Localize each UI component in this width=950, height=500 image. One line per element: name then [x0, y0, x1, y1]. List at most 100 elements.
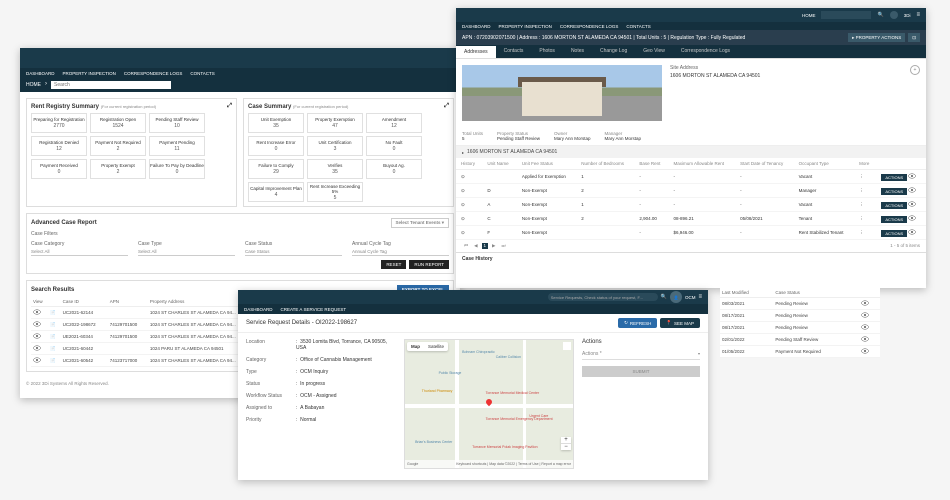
map-tab-map[interactable]: Map	[407, 342, 424, 351]
search-input[interactable]: Service Requests, Check status of your r…	[548, 293, 658, 301]
stat-card[interactable]: Registration Denied12	[31, 136, 87, 156]
actions-button[interactable]: ACTIONS	[881, 216, 907, 223]
pager-last[interactable]: ⏭	[500, 243, 508, 249]
stat-card[interactable]: Pending Staff Review10	[149, 113, 205, 133]
stat-card[interactable]: Capital Improvement Plan4	[248, 182, 304, 202]
map-zoom-control[interactable]: +−	[561, 437, 571, 450]
nav-prop-inspection[interactable]: PROPERTY INSPECTION	[499, 24, 552, 29]
table-row[interactable]: ⊙CNon-Exempt22,904.0008-896.2105/08/2021…	[456, 212, 926, 226]
stat-card[interactable]: No Fault0	[366, 136, 422, 156]
nav-dashboard[interactable]: DASHBOARD	[462, 24, 491, 29]
add-address-button[interactable]: +	[910, 65, 920, 75]
search-icon[interactable]: 🔍	[661, 294, 667, 300]
stat-card[interactable]: Payment Pending11	[149, 136, 205, 156]
tab-addresses[interactable]: Addresses	[456, 45, 496, 58]
nav-home[interactable]: HOME	[802, 13, 816, 18]
view-icon[interactable]	[908, 201, 916, 207]
menu-icon[interactable]: ≡	[916, 12, 920, 18]
stat-card[interactable]: Property Exemption47	[307, 113, 363, 133]
view-icon[interactable]	[33, 321, 41, 327]
pager-prev[interactable]: ◀	[472, 243, 479, 249]
user-avatar[interactable]: 👤	[670, 291, 682, 303]
view-icon[interactable]	[33, 333, 41, 339]
table-row[interactable]: ⊙FNon-Exempt-$6,946.00-Rent Stabilized T…	[456, 226, 926, 240]
property-actions-button[interactable]: ▸ PROPERTY ACTIONS	[848, 33, 905, 42]
table-row[interactable]: 01/05/2022Payment Not Required	[720, 346, 880, 358]
nav-corr-logs[interactable]: CORRESPONDENCE LOGS	[560, 24, 619, 29]
nav-corr-logs[interactable]: CORRESPONDENCE LOGS	[124, 71, 183, 76]
tenant-events-dropdown[interactable]: Select Tenant Events ▾	[391, 218, 449, 228]
view-icon[interactable]	[33, 345, 41, 351]
table-row[interactable]: ⊙ANon-Exempt1---Vacant⋮ACTIONS	[456, 198, 926, 212]
filter-category-select[interactable]: Select All	[31, 248, 128, 256]
zoom-out-button[interactable]: −	[561, 443, 571, 450]
submit-button[interactable]: SUBMIT	[582, 366, 700, 377]
unit-section-header[interactable]: 1606 MORTON ST ALAMEDA CA 94501	[456, 146, 926, 158]
nav-dashboard[interactable]: DASHBOARD	[244, 307, 273, 312]
view-icon[interactable]	[861, 336, 869, 342]
table-row[interactable]: 02/01/2022Pending Staff Review	[720, 334, 880, 346]
tab-change-log[interactable]: Change Log	[592, 45, 635, 58]
filter-type-select[interactable]: Select All	[138, 248, 235, 256]
see-map-button[interactable]: 📍SEE MAP	[660, 318, 700, 328]
stat-card[interactable]: Unit Certification3	[307, 136, 363, 156]
stat-card[interactable]: Property Exempt2	[90, 159, 146, 179]
tab-notes[interactable]: Notes	[563, 45, 592, 58]
table-row[interactable]: 08/03/2021Pending Review	[720, 298, 880, 310]
menu-icon[interactable]: ≡	[698, 294, 702, 300]
stat-card[interactable]: Amendment12	[366, 113, 422, 133]
nav-create-request[interactable]: CREATE A SERVICE REQUEST	[281, 307, 347, 312]
map-tab-satellite[interactable]: Satellite	[424, 342, 448, 351]
stat-card[interactable]: Failure To Pay by Deadline0	[149, 159, 205, 179]
nav-dashboard[interactable]: DASHBOARD	[26, 71, 55, 76]
actions-button[interactable]: ACTIONS	[881, 174, 907, 181]
view-icon[interactable]	[908, 173, 916, 179]
table-row[interactable]: 08/17/2021Pending Review	[720, 322, 880, 334]
refresh-button[interactable]: ↻REFRESH	[618, 318, 657, 328]
stat-card[interactable]: Payment Received0	[31, 159, 87, 179]
stat-card[interactable]: Registration Open1524	[90, 113, 146, 133]
view-icon[interactable]	[861, 324, 869, 330]
tab-contacts[interactable]: Contacts	[496, 45, 532, 58]
stat-card[interactable]: Preparing for Registration2770	[31, 113, 87, 133]
view-icon[interactable]	[908, 229, 916, 235]
fullscreen-icon[interactable]	[563, 342, 571, 350]
pager-next[interactable]: ▶	[490, 243, 497, 249]
case-history-header[interactable]: Case History	[456, 252, 926, 265]
expand-icon[interactable]: ⤢	[227, 103, 232, 110]
search-icon[interactable]: 🔍	[877, 12, 883, 18]
tab-geo-view[interactable]: Geo View	[635, 45, 673, 58]
view-icon[interactable]	[861, 348, 869, 354]
actions-button[interactable]: ACTIONS	[881, 202, 907, 209]
stat-card[interactable]: Verifies35	[307, 159, 363, 179]
map-type-control[interactable]: Map Satellite	[407, 342, 448, 351]
expand-icon[interactable]: ⤢	[444, 103, 449, 110]
pager-first[interactable]: ⏮	[462, 243, 470, 249]
view-icon[interactable]	[908, 187, 916, 193]
tab-photos[interactable]: Photos	[531, 45, 563, 58]
view-icon[interactable]	[33, 357, 41, 363]
run-report-button[interactable]: RUN REPORT	[409, 260, 449, 269]
actions-select[interactable]: Actions *	[582, 349, 700, 360]
stat-card[interactable]: Unit Exemption35	[248, 113, 304, 133]
actions-button[interactable]: ACTIONS	[881, 188, 907, 195]
stat-card[interactable]: Rent Increase Exceeding 5%5	[307, 182, 363, 202]
search-input[interactable]	[51, 81, 171, 89]
stat-card[interactable]: Failure to Comply29	[248, 159, 304, 179]
view-icon[interactable]	[861, 300, 869, 306]
reset-button[interactable]: RESET	[381, 260, 406, 269]
filter-status-select[interactable]: Case Status	[245, 248, 342, 256]
nav-contacts[interactable]: CONTACTS	[626, 24, 650, 29]
view-icon[interactable]	[861, 312, 869, 318]
user-avatar[interactable]	[890, 11, 898, 19]
map-view[interactable]: Map Satellite Torrance Memorial Medical …	[404, 339, 574, 469]
stat-card[interactable]: Buyout Ag.0	[366, 159, 422, 179]
tab-correspondence-logs[interactable]: Correspondence Logs	[673, 45, 738, 58]
stat-card[interactable]: Rent Increase Error0	[248, 136, 304, 156]
search-input[interactable]	[821, 11, 871, 19]
nav-prop-inspection[interactable]: PROPERTY INSPECTION	[63, 71, 116, 76]
table-row[interactable]: ⊙DNon-Exempt2---Manager⋮ACTIONS	[456, 184, 926, 198]
filter-cycle-select[interactable]: Annual Cycle Tag	[352, 248, 449, 256]
view-icon[interactable]	[33, 309, 41, 315]
window-toggle-button[interactable]: ⊡	[908, 33, 920, 42]
